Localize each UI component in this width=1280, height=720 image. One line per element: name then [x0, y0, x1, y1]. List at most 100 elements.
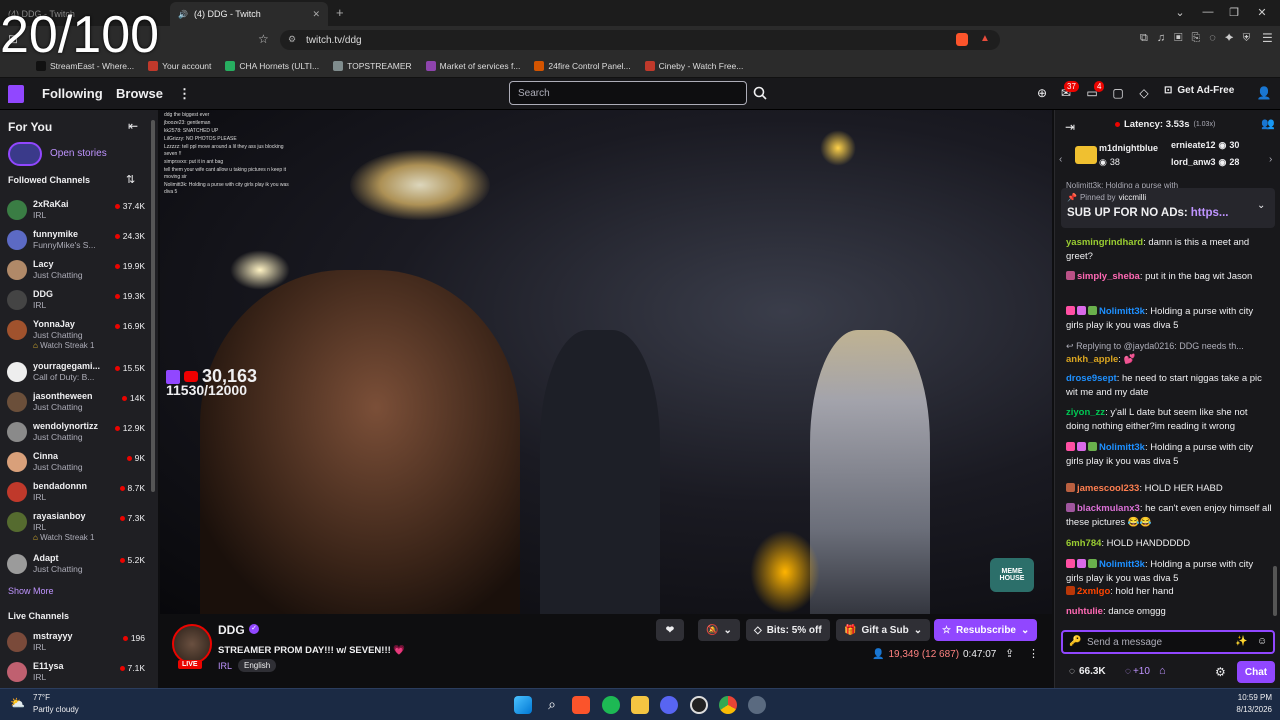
- show-more-link[interactable]: Show More: [8, 586, 54, 596]
- leader-1-name[interactable]: m1dnightblue: [1099, 143, 1158, 153]
- expand-pinned-icon[interactable]: ⌄: [1257, 200, 1265, 211]
- chat-message[interactable]: simply_sheba: put it in the bag wit Jaso…: [1066, 270, 1272, 284]
- maximize-button[interactable]: ❐: [1224, 6, 1244, 19]
- chat-username[interactable]: 6mh784: [1066, 538, 1101, 549]
- notifications-toggle[interactable]: 🔕 ⌄: [698, 619, 740, 641]
- bookmark-item[interactable]: CHA Hornets (ULTI...: [225, 60, 319, 71]
- search-button[interactable]: [748, 81, 772, 105]
- chat-message[interactable]: nuhtulie: dance omggg: [1066, 605, 1272, 619]
- twitch-logo-icon[interactable]: [8, 85, 24, 103]
- bits-icon[interactable]: ◇: [1136, 86, 1152, 102]
- chat-username[interactable]: 2xmlgo: [1077, 586, 1110, 597]
- sidebar-channel-funnymike[interactable]: funnymike FunnyMike's S... 24.3K: [7, 227, 147, 257]
- sidebar-channel-lacy[interactable]: Lacy Just Chatting 19.9K: [7, 257, 147, 287]
- chat-message[interactable]: Nolimitt3k: Holding a purse with city gi…: [1066, 441, 1272, 469]
- settings-app-icon[interactable]: [748, 696, 766, 714]
- chat-send-button[interactable]: Chat: [1237, 661, 1275, 683]
- brave-shield-icon[interactable]: [956, 33, 968, 46]
- brave-browser-icon[interactable]: [572, 696, 590, 714]
- channel-avatar[interactable]: [172, 624, 212, 664]
- windows-start-icon[interactable]: [514, 696, 532, 714]
- chat-message[interactable]: ankh_apple: 💕: [1066, 353, 1272, 367]
- power-ups-icon[interactable]: ✨: [1235, 636, 1247, 647]
- bits-button[interactable]: ◇ Bits: 5% off: [746, 619, 830, 641]
- open-stories-link[interactable]: Open stories: [50, 148, 107, 159]
- following-link[interactable]: Following: [42, 86, 103, 101]
- chat-scrollbar[interactable]: [1273, 566, 1277, 616]
- sidebar-channel-mstrayyy[interactable]: mstrayyy IRL 196: [7, 629, 147, 659]
- bookmark-item[interactable]: 24fire Control Panel...: [534, 60, 631, 71]
- get-ad-free-button[interactable]: ⊡ Get Ad-Free: [1164, 85, 1234, 96]
- spotify-icon[interactable]: [602, 696, 620, 714]
- chat-message[interactable]: ziyon_zz: y'all L date but seem like she…: [1066, 406, 1272, 434]
- sidebar-channel-e11ysa[interactable]: E11ysa IRL 7.1K: [7, 659, 147, 689]
- discord-icon[interactable]: [660, 696, 678, 714]
- new-tab-button[interactable]: +: [336, 5, 344, 20]
- chat-username[interactable]: ankh_apple: [1066, 354, 1118, 365]
- gift-box-icon[interactable]: ⌂: [1159, 665, 1166, 677]
- sidebar-channel-wendolynortizz[interactable]: wendolynortizz Just Chatting 12.9K: [7, 419, 147, 449]
- close-tab-icon[interactable]: ✕: [312, 9, 320, 20]
- category-link[interactable]: IRL: [218, 661, 232, 671]
- close-window-button[interactable]: ✕: [1252, 6, 1272, 19]
- rewards-icon[interactable]: ▲: [980, 33, 990, 44]
- pinned-message[interactable]: 📌 Pinned by viccmilli SUB UP FOR NO ADs: ht…: [1061, 188, 1275, 228]
- chat-message[interactable]: 6mh784: HOLD HANDDDDD: [1066, 537, 1272, 551]
- chat-message[interactable]: yasmingrindhard: damn is this a meet and…: [1066, 236, 1272, 264]
- sidebar-channel-ddg[interactable]: DDG IRL 19.3K: [7, 287, 147, 317]
- community-icon[interactable]: 👥: [1261, 117, 1275, 130]
- sidebar-channel-cinna[interactable]: Cinna Just Chatting 9K: [7, 449, 147, 479]
- chat-username[interactable]: ziyon_zz: [1066, 407, 1105, 418]
- follow-heart-button[interactable]: ❤: [656, 619, 684, 641]
- more-menu-icon[interactable]: ⋮: [178, 86, 191, 102]
- search-input[interactable]: Search: [509, 81, 747, 105]
- bookmark-item[interactable]: Cineby - Watch Free...: [644, 60, 743, 71]
- chat-message[interactable]: ↩ Replying to @jayda0216: DDG needs th..…: [1066, 339, 1272, 353]
- sort-icon[interactable]: ⇅: [126, 173, 135, 186]
- chrome-icon[interactable]: [719, 696, 737, 714]
- chat-username[interactable]: Nolimitt3k: [1099, 442, 1145, 453]
- minimize-button[interactable]: —: [1198, 6, 1218, 18]
- collapse-sidebar-icon[interactable]: ⇤: [128, 119, 138, 133]
- file-explorer-icon[interactable]: [631, 696, 649, 714]
- chat-message[interactable]: jamescool233: HOLD HER HABD: [1066, 482, 1272, 496]
- bonus-points[interactable]: ◌ +10: [1125, 666, 1150, 677]
- user-avatar-icon[interactable]: 👤: [1256, 86, 1272, 102]
- resubscribe-button[interactable]: ☆ Resubscribe ⌄: [934, 619, 1038, 641]
- pinned-link[interactable]: https...: [1191, 207, 1229, 219]
- bookmark-item[interactable]: Market of services f...: [425, 60, 520, 71]
- sidebar-channel-jasontheween[interactable]: jasontheween Just Chatting 14K: [7, 389, 147, 419]
- collapse-chat-icon[interactable]: ⇥: [1065, 120, 1075, 134]
- leaderboard-prev-icon[interactable]: ‹: [1059, 154, 1062, 165]
- browser-menu-icon[interactable]: ☰: [1262, 31, 1273, 45]
- more-options-icon[interactable]: ⋮: [1028, 647, 1039, 660]
- weather-icon[interactable]: ⛅: [10, 696, 25, 710]
- chat-message[interactable]: 2xmlgo: hold her hand: [1066, 585, 1272, 599]
- chat-message[interactable]: Nolimitt3k: Holding a purse with city gi…: [1066, 558, 1272, 586]
- bits-cheer-icon[interactable]: 🔑: [1069, 636, 1081, 647]
- sidebar-channel-2xrakai[interactable]: 2xRaKai IRL 37.4K: [7, 197, 147, 227]
- app-icon[interactable]: [690, 696, 708, 714]
- bookmark-item[interactable]: TOPSTREAMER: [333, 60, 412, 71]
- gift-sub-button[interactable]: 🎁 Gift a Sub ⌄: [836, 619, 931, 641]
- channel-points[interactable]: ◌ 66.3K: [1069, 666, 1106, 677]
- sidebar-channel-adapt[interactable]: Adapt Just Chatting 5.2K: [7, 551, 147, 581]
- stories-avatars[interactable]: [8, 142, 42, 166]
- chat-message[interactable]: Nolimitt3k: Holding a purse with city gi…: [1066, 305, 1272, 333]
- chat-username[interactable]: drose9sept: [1066, 373, 1117, 384]
- share-icon[interactable]: ⇪: [1005, 647, 1014, 660]
- leader-2[interactable]: ernieate12 ◉ 30: [1171, 140, 1271, 151]
- browser-tab-2[interactable]: 🔊 (4) DDG - Twitch ✕: [170, 2, 328, 26]
- chevron-down-icon[interactable]: ⌄: [1170, 6, 1190, 19]
- sidebar-channel-yourragegami[interactable]: yourragegami... Call of Duty: B... 15.5K: [7, 359, 147, 389]
- chat-message[interactable]: drose9sept: he need to start niggas take…: [1066, 372, 1272, 400]
- whispers-icon[interactable]: ▢: [1110, 86, 1126, 102]
- chat-username[interactable]: simply_sheba: [1077, 271, 1140, 282]
- chat-message[interactable]: blackmulanx3: he can't even enjoy himsel…: [1066, 502, 1272, 530]
- emote-icon[interactable]: ☺: [1257, 636, 1267, 647]
- video-player[interactable]: ddg the biggest ever jbooze23: gentleman k…: [160, 110, 1052, 614]
- chat-username[interactable]: nuhtulie: [1066, 606, 1103, 617]
- sidebar-channel-yonnajay[interactable]: YonnaJay Just Chatting 16.9K ⌂ Watch Streak…: [7, 317, 147, 350]
- taskbar-search-icon[interactable]: ⌕: [543, 696, 561, 714]
- site-info-icon[interactable]: ⚙: [288, 34, 296, 45]
